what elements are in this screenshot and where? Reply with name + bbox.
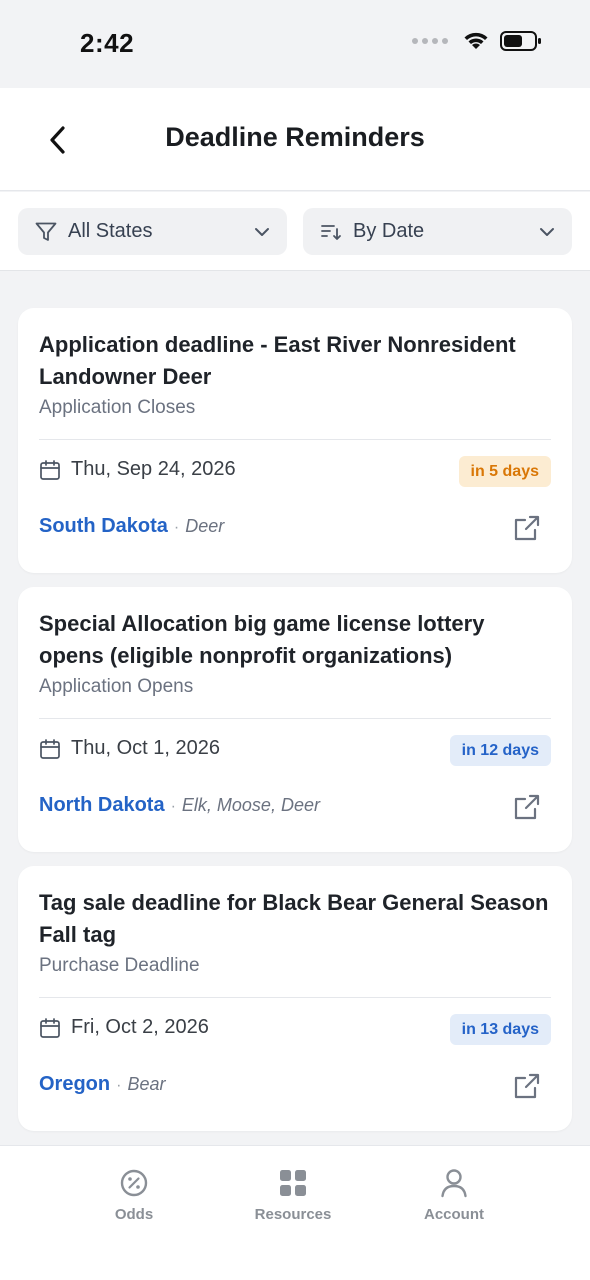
meta-separator: · — [170, 798, 176, 815]
days-remaining-badge: in 12 days — [449, 735, 551, 766]
tab-account[interactable]: Account — [389, 1168, 519, 1223]
chevron-down-icon — [255, 227, 269, 236]
reminder-title: Tag sale deadline for Black Bear General… — [39, 890, 549, 947]
states-filter-dropdown[interactable]: All States — [18, 208, 287, 255]
reminder-date-row: Fri, Oct 2, 2026 — [39, 1016, 209, 1039]
meta-separator: · — [173, 519, 180, 536]
state-link[interactable]: Oregon — [39, 1073, 110, 1096]
person-icon — [441, 1169, 467, 1198]
external-link-icon[interactable] — [512, 1071, 542, 1101]
calendar-icon — [40, 1017, 60, 1038]
tab-resources[interactable]: Resources — [228, 1168, 358, 1223]
external-link-icon[interactable] — [512, 513, 542, 543]
sort-dropdown[interactable]: By Date — [303, 208, 572, 255]
header: Deadline Reminders — [0, 88, 590, 191]
status-icons — [412, 30, 542, 52]
reminder-title: Special Allocation big game license lott… — [39, 611, 485, 668]
funnel-icon — [35, 222, 57, 241]
reminder-type: Application Closes — [39, 397, 196, 418]
states-filter-label: All States — [68, 220, 153, 242]
reminder-type: Application Opens — [39, 676, 194, 697]
reminder-date: Thu, Oct 1, 2026 — [71, 737, 220, 759]
state-link[interactable]: South Dakota — [39, 515, 168, 538]
reminder-date: Fri, Oct 2, 2026 — [71, 1016, 209, 1038]
tab-odds[interactable]: Odds — [69, 1168, 199, 1223]
bottom-tab-bar: Odds Resources Account — [0, 1145, 590, 1280]
status-bar: 2:42 — [0, 0, 590, 88]
percent-icon — [120, 1169, 148, 1197]
calendar-icon — [40, 459, 60, 480]
reminder-date-row: Thu, Oct 1, 2026 — [39, 737, 220, 760]
days-remaining-badge: in 5 days — [458, 456, 551, 487]
reminder-meta: South Dakota · Deer — [39, 515, 224, 538]
sort-label: By Date — [353, 220, 425, 242]
page-title: Deadline Reminders — [165, 122, 425, 152]
external-link-icon[interactable] — [512, 792, 542, 822]
days-remaining-badge: in 13 days — [449, 1014, 551, 1045]
reminder-date: Thu, Sep 24, 2026 — [71, 458, 236, 480]
reminder-date-row: Thu, Sep 24, 2026 — [39, 458, 236, 481]
reminder-meta: North Dakota · Elk, Moose, Deer — [39, 794, 320, 817]
chevron-down-icon — [540, 227, 554, 236]
sort-icon — [321, 224, 341, 240]
filter-bar: All States By Date — [0, 192, 590, 271]
tab-account-label: Account — [424, 1206, 484, 1223]
status-time: 2:42 — [80, 28, 135, 58]
species-label: Bear — [127, 1074, 166, 1094]
grid-icon — [280, 1170, 306, 1196]
calendar-icon — [40, 738, 60, 759]
battery-icon — [500, 31, 541, 51]
divider — [39, 997, 551, 998]
meta-separator: · — [116, 1077, 122, 1094]
reminder-meta: Oregon · Bear — [39, 1073, 165, 1096]
reminder-card[interactable]: Application deadline - East River Nonres… — [18, 308, 572, 573]
state-link[interactable]: North Dakota — [39, 794, 165, 817]
tab-odds-label: Odds — [114, 1206, 154, 1223]
reminder-type: Purchase Deadline — [39, 955, 200, 976]
tab-resources-label: Resources — [254, 1206, 332, 1223]
wifi-icon — [464, 32, 488, 49]
cellular-signal-icon — [412, 38, 448, 44]
species-label: Elk, Moose, Deer — [181, 795, 320, 815]
reminder-title: Application deadline - East River Nonres… — [39, 332, 516, 389]
reminder-card[interactable]: Special Allocation big game license lott… — [18, 587, 572, 852]
species-label: Deer — [185, 516, 225, 536]
divider — [39, 718, 551, 719]
reminder-card[interactable]: Tag sale deadline for Black Bear General… — [18, 866, 572, 1131]
divider — [39, 439, 551, 440]
